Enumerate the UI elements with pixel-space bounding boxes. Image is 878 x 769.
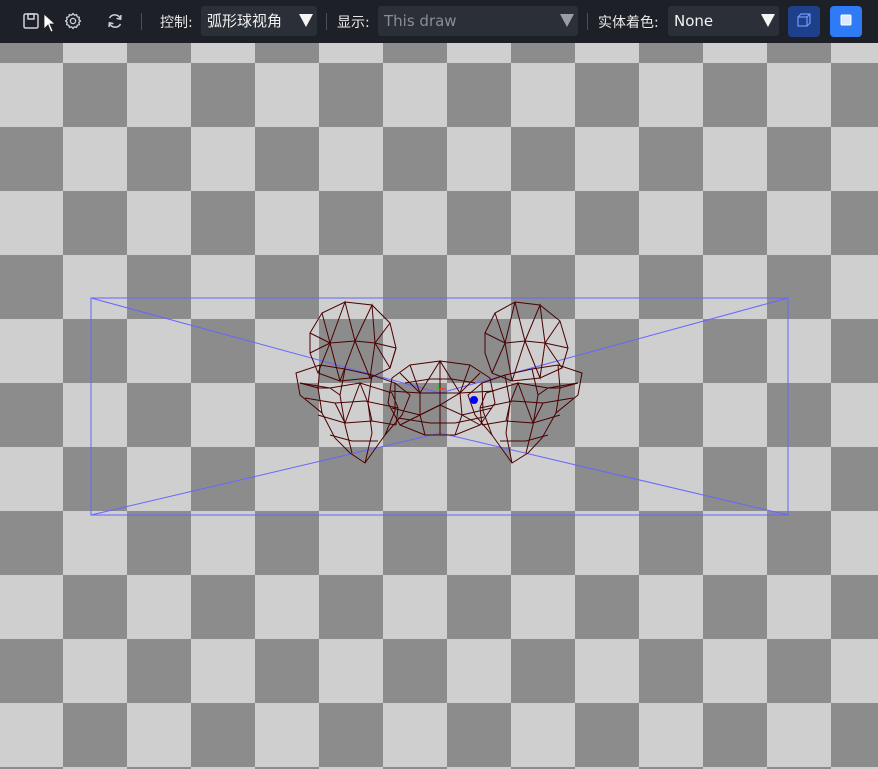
control-select-value: 弧形球视角	[207, 12, 283, 30]
cube-solid-icon	[838, 12, 854, 32]
display-select[interactable]: This draw	[378, 6, 578, 36]
refresh-icon[interactable]	[104, 10, 126, 32]
control-select[interactable]: 弧形球视角	[201, 6, 317, 36]
shading-label: 实体着色:	[598, 15, 659, 31]
chevron-down-icon	[560, 14, 574, 27]
shading-select-value: None	[674, 12, 714, 30]
solid-view-button[interactable]	[830, 6, 862, 37]
display-label: 显示:	[337, 15, 370, 31]
toolbar-divider	[587, 13, 588, 30]
wireframe-view-button[interactable]	[788, 6, 820, 37]
viewport-canvas[interactable]	[0, 43, 878, 769]
control-label: 控制:	[160, 15, 193, 31]
toolbar-divider	[326, 13, 327, 30]
gear-icon[interactable]	[62, 10, 84, 32]
toolbar: 控制: 弧形球视角 显示: This draw 实体着色: None	[0, 0, 878, 43]
chevron-down-icon	[299, 14, 313, 27]
cursor-icon	[39, 12, 61, 34]
shading-select[interactable]: None	[668, 6, 779, 36]
toolbar-divider	[141, 13, 142, 30]
chevron-down-icon	[761, 14, 775, 27]
pivot-point	[470, 396, 478, 404]
3d-viewport[interactable]	[0, 43, 878, 769]
cube-wireframe-icon	[796, 12, 812, 32]
display-select-value: This draw	[384, 12, 457, 30]
